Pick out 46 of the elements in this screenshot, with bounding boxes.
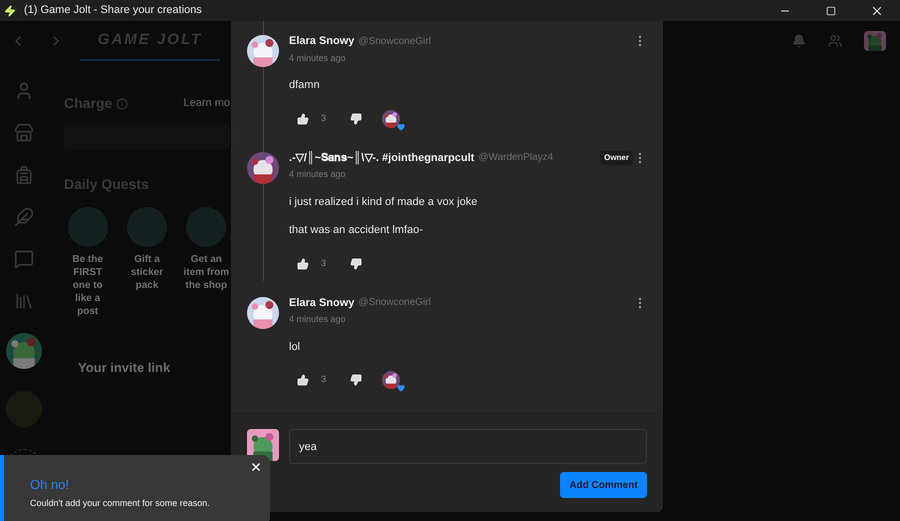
quest-label[interactable]: Be the FIRST one to like a post [64, 253, 112, 318]
comment-text: i just realized i kind of made a vox joke [289, 194, 478, 210]
app-icon [4, 4, 16, 16]
toast-message: Couldn't add your comment for some reason. [30, 496, 211, 510]
friends-icon[interactable] [828, 34, 842, 48]
quill-icon[interactable] [14, 207, 34, 227]
comment-input[interactable]: yea [289, 429, 647, 464]
commenter-handle[interactable]: @SnowconeGirl [358, 34, 431, 49]
learn-more-link[interactable]: Learn mo [184, 95, 230, 112]
comment-time: 4 minutes ago [289, 168, 347, 181]
comment-text: lol [289, 340, 302, 354]
commenter-handle[interactable]: @WardenPlayz4 [478, 150, 554, 166]
info-icon [116, 98, 128, 110]
toast-title: Oh no! [30, 476, 70, 494]
dislike-icon[interactable] [350, 374, 362, 386]
like-count: 3 [321, 112, 326, 125]
store-icon[interactable] [14, 123, 34, 143]
maximize-icon[interactable] [826, 6, 836, 16]
library-icon[interactable] [14, 291, 34, 311]
like-icon[interactable] [297, 258, 309, 270]
heart-icon [397, 384, 406, 392]
window-title: (1) Game Jolt - Share your creations [24, 3, 202, 18]
commenter-name[interactable]: Elara Snowy [289, 294, 354, 311]
heart-icon [397, 122, 406, 130]
close-icon[interactable] [250, 461, 262, 473]
comment-time: 4 minutes ago [289, 52, 347, 65]
add-comment-button[interactable]: Add Comment [560, 472, 647, 498]
quest-label[interactable]: Gift a sticker pack [123, 253, 171, 292]
like-icon[interactable] [297, 112, 309, 124]
comment-time: 4 minutes ago [289, 313, 347, 326]
comment-text: dfamn [289, 78, 321, 93]
dislike-icon[interactable] [350, 258, 362, 270]
commenter-name[interactable]: .-▽/║~𝐒𝐚𝐧𝐬~║\▽-. #jointhegnarpcult [289, 150, 474, 166]
dislike-icon[interactable] [350, 112, 362, 124]
like-count: 3 [321, 373, 326, 386]
backpack-icon[interactable] [14, 165, 34, 185]
like-count: 3 [321, 256, 326, 270]
comment-text: that was an accident lmfao- [289, 223, 424, 238]
invite-heading: Your invite link [78, 359, 172, 377]
quest-label[interactable]: Get an item from the shop [182, 253, 230, 292]
owner-badge: Owner [600, 150, 633, 165]
chat-icon[interactable] [14, 249, 34, 269]
bell-icon[interactable] [792, 34, 806, 48]
commenter-handle[interactable]: @SnowconeGirl [358, 295, 431, 310]
like-icon[interactable] [297, 374, 309, 386]
commenter-name[interactable]: Elara Snowy [289, 33, 354, 50]
